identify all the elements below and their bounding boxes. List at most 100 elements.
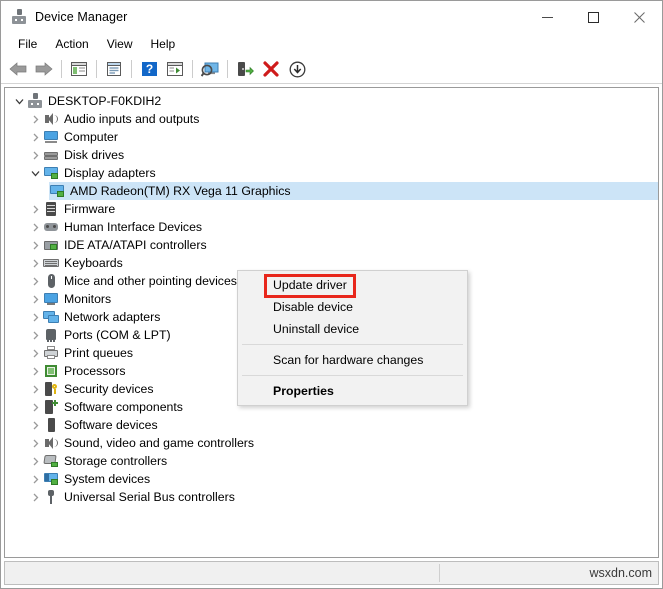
menu-action[interactable]: Action — [46, 35, 97, 53]
show-hide-console-tree-button[interactable] — [66, 57, 92, 81]
processor-icon — [43, 363, 59, 379]
tree-item-human-interface-devices[interactable]: Human Interface Devices — [5, 218, 658, 236]
tree-item-label: Audio inputs and outputs — [64, 112, 200, 126]
chevron-right-icon[interactable] — [27, 111, 43, 127]
chevron-right-icon[interactable] — [27, 201, 43, 217]
help-button[interactable]: ? — [136, 57, 162, 81]
context-menu-item-label: Scan for hardware changes — [273, 353, 424, 367]
chevron-right-icon[interactable] — [27, 363, 43, 379]
chevron-down-icon[interactable] — [27, 165, 43, 181]
close-button[interactable] — [616, 1, 662, 33]
tree-item-label: Display adapters — [64, 166, 156, 180]
show-hide-console-tree-icon — [71, 62, 87, 76]
menu-file[interactable]: File — [9, 35, 46, 53]
status-bar-divider — [439, 564, 440, 582]
tree-item-label: AMD Radeon(TM) RX Vega 11 Graphics — [70, 184, 291, 198]
tree-item-amd-radeon-rx-vega-11-graphics[interactable]: AMD Radeon(TM) RX Vega 11 Graphics — [5, 182, 658, 200]
firmware-icon — [43, 201, 59, 217]
menu-help[interactable]: Help — [142, 35, 185, 53]
toolbar-separator — [61, 60, 62, 78]
tree-item-display-adapters[interactable]: Display adapters — [5, 164, 658, 182]
toolbar-separator — [131, 60, 132, 78]
disable-device-button[interactable] — [284, 57, 310, 81]
forward-button[interactable] — [31, 57, 57, 81]
context-menu-item-properties[interactable]: Properties — [238, 380, 467, 402]
chevron-right-icon[interactable] — [27, 237, 43, 253]
tree-item-universal-serial-bus-controllers[interactable]: Universal Serial Bus controllers — [5, 488, 658, 506]
chevron-right-icon[interactable] — [27, 417, 43, 433]
tree-item-software-devices[interactable]: Software devices — [5, 416, 658, 434]
context-menu[interactable]: Update driver Disable device Uninstall d… — [237, 270, 468, 406]
chevron-right-icon[interactable] — [27, 255, 43, 271]
toolbar-separator — [96, 60, 97, 78]
chevron-right-icon[interactable] — [27, 489, 43, 505]
chevron-right-icon[interactable] — [27, 327, 43, 343]
menu-bar: File Action View Help — [1, 33, 662, 55]
chevron-right-icon[interactable] — [27, 381, 43, 397]
chevron-right-icon[interactable] — [27, 345, 43, 361]
scan-for-hardware-changes-button[interactable] — [197, 57, 223, 81]
forward-icon — [35, 62, 53, 76]
maximize-icon — [587, 11, 599, 23]
chevron-right-icon[interactable] — [27, 129, 43, 145]
tree-item-label: IDE ATA/ATAPI controllers — [64, 238, 207, 252]
device-manager-icon — [11, 9, 27, 25]
chevron-right-icon[interactable] — [27, 291, 43, 307]
chevron-right-icon[interactable] — [27, 219, 43, 235]
properties-button[interactable] — [101, 57, 127, 81]
chevron-right-icon[interactable] — [27, 273, 43, 289]
help-icon: ? — [141, 62, 157, 76]
context-menu-item-disable-device[interactable]: Disable device — [238, 296, 467, 318]
hid-icon — [43, 219, 59, 235]
computer-icon — [43, 129, 59, 145]
menu-view[interactable]: View — [98, 35, 142, 53]
console-view-button[interactable] — [162, 57, 188, 81]
tree-item-disk-drives[interactable]: Disk drives — [5, 146, 658, 164]
scan-for-hardware-changes-icon — [200, 62, 218, 77]
context-menu-item-update-driver[interactable]: Update driver — [238, 274, 467, 298]
tree-item-label: Keyboards — [64, 256, 123, 270]
update-driver-icon — [238, 61, 254, 76]
chevron-right-icon[interactable] — [27, 435, 43, 451]
back-button[interactable] — [5, 57, 31, 81]
window-controls — [524, 1, 662, 33]
speaker-icon — [43, 435, 59, 451]
tree-item-audio-inputs-and-outputs[interactable]: Audio inputs and outputs — [5, 110, 658, 128]
chevron-right-icon[interactable] — [27, 471, 43, 487]
tree-item-ide-ata-atapi-controllers[interactable]: IDE ATA/ATAPI controllers — [5, 236, 658, 254]
context-menu-item-label: Disable device — [273, 300, 353, 314]
tree-item-sound-video-and-game-controllers[interactable]: Sound, video and game controllers — [5, 434, 658, 452]
chevron-down-icon[interactable] — [11, 93, 27, 109]
chevron-right-icon[interactable] — [27, 309, 43, 325]
tree-item-firmware[interactable]: Firmware — [5, 200, 658, 218]
minimize-icon — [541, 16, 553, 18]
update-driver-button[interactable] — [232, 57, 258, 81]
tree-item-root[interactable]: DESKTOP-F0KDIH2 — [5, 92, 658, 110]
chevron-right-icon[interactable] — [27, 147, 43, 163]
tree-item-computer[interactable]: Computer — [5, 128, 658, 146]
monitor-icon — [43, 291, 59, 307]
display-adapter-icon — [43, 165, 59, 181]
maximize-button[interactable] — [570, 1, 616, 33]
tree-item-label: Firmware — [64, 202, 116, 216]
device-manager-window: Device Manager File Action View Help ? D… — [0, 0, 663, 589]
tree-item-label: Human Interface Devices — [64, 220, 203, 234]
display-adapter-icon — [49, 183, 65, 199]
software-component-icon — [43, 399, 59, 415]
tree-item-label: Disk drives — [64, 148, 125, 162]
chevron-right-icon[interactable] — [27, 399, 43, 415]
device-tree-panel[interactable]: DESKTOP-F0KDIH2 Audio inputs and outputs — [4, 87, 659, 558]
disk-drive-icon — [43, 147, 59, 163]
svg-text:?: ? — [145, 62, 152, 76]
context-menu-item-scan-for-hardware-changes[interactable]: Scan for hardware changes — [238, 349, 467, 371]
speaker-icon — [43, 111, 59, 127]
tree-item-storage-controllers[interactable]: Storage controllers — [5, 452, 658, 470]
tree-item-system-devices[interactable]: System devices — [5, 470, 658, 488]
minimize-button[interactable] — [524, 1, 570, 33]
tree-item-label: Mice and other pointing devices — [64, 274, 237, 288]
uninstall-device-button[interactable] — [258, 57, 284, 81]
chevron-right-icon[interactable] — [27, 453, 43, 469]
tree-item-label: System devices — [64, 472, 151, 486]
tree-item-label: Sound, video and game controllers — [64, 436, 255, 450]
context-menu-item-uninstall-device[interactable]: Uninstall device — [238, 318, 467, 340]
